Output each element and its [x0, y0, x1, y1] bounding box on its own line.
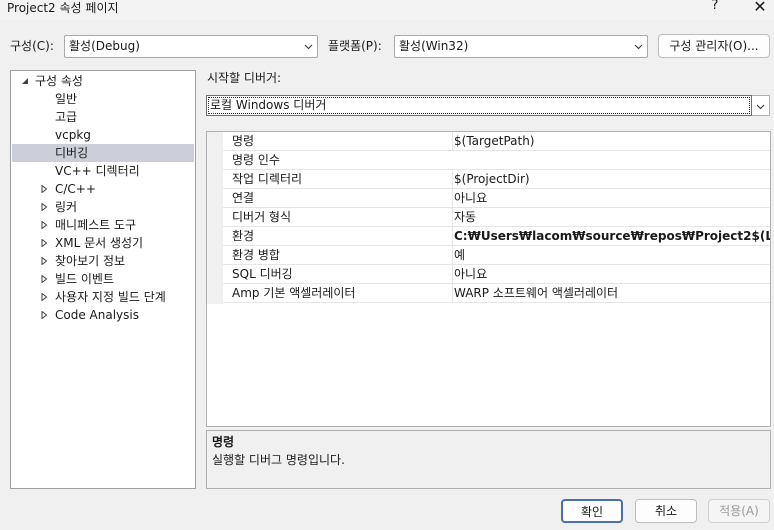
expanded-arrow-icon[interactable] [21, 77, 29, 85]
property-name: 명령 [232, 134, 255, 148]
tree-item[interactable]: 찾아보기 정보 [12, 252, 194, 270]
property-row[interactable]: 명령 $(TargetPath) [223, 132, 770, 151]
property-value[interactable]: $(TargetPath) [452, 132, 770, 150]
tree-item-label: 구성 속성 [35, 74, 83, 88]
platform-select[interactable]: 활성(Win32) [394, 35, 648, 58]
property-name: 명령 인수 [232, 153, 280, 167]
property-row[interactable]: SQL 디버깅 아니요 [223, 265, 770, 284]
property-name: Amp 기본 액셀러레이터 [232, 286, 356, 300]
title-bar: Project2 속성 페이지 ? ✕ [0, 0, 774, 20]
help-button[interactable]: ? [705, 0, 725, 16]
tree-item[interactable]: 매니페스트 도구 [12, 216, 194, 234]
config-label: 구성(C): [10, 39, 54, 53]
tree-item[interactable]: 일반 [12, 90, 194, 108]
property-name: SQL 디버깅 [232, 267, 293, 281]
description-text: 실행할 디버그 명령입니다. [212, 453, 345, 467]
tree-item[interactable]: vcpkg [12, 126, 194, 144]
property-row[interactable]: 환경 C:₩Users₩lacom₩source₩repos₩Project2$(… [223, 227, 770, 246]
collapsed-arrow-icon[interactable] [40, 221, 48, 229]
debugger-label: 시작할 디버거: [207, 71, 282, 85]
tree-item-label: 사용자 지정 빌드 단계 [55, 290, 166, 304]
tree-item[interactable]: 빌드 이벤트 [12, 270, 194, 288]
description-pane: 명령 실행할 디버그 명령입니다. [206, 430, 771, 489]
debugger-dropdown-button[interactable] [752, 95, 770, 116]
property-row[interactable]: Amp 기본 액셀러레이터 WARP 소프트웨어 액셀러레이터 [223, 284, 770, 303]
chevron-down-icon [634, 44, 643, 50]
close-button[interactable]: ✕ [750, 0, 770, 17]
tree-item[interactable]: 사용자 지정 빌드 단계 [12, 288, 194, 306]
property-value[interactable]: WARP 소프트웨어 액셀러레이터 [452, 284, 770, 302]
property-name: 환경 병합 [232, 248, 280, 262]
cancel-button[interactable]: 취소 [635, 499, 697, 523]
property-grid: 명령 $(TargetPath) 명령 인수작업 디렉터리 $(ProjectDir)… [206, 131, 771, 427]
chevron-down-icon [756, 104, 765, 110]
tree-item-label: 찾아보기 정보 [55, 254, 126, 268]
property-row[interactable]: 디버거 형식 자동 [223, 208, 770, 227]
collapsed-arrow-icon[interactable] [40, 275, 48, 283]
tree-item-label: Code Analysis [55, 308, 139, 322]
property-name: 디버거 형식 [232, 210, 292, 224]
tree-item-label: 일반 [55, 92, 78, 106]
config-select[interactable]: 활성(Debug) [64, 35, 318, 58]
property-row[interactable]: 연결 아니요 [223, 189, 770, 208]
tree-item-label: 빌드 이벤트 [55, 272, 115, 286]
collapsed-arrow-icon[interactable] [40, 293, 48, 301]
tree-item-label: 고급 [55, 110, 78, 124]
property-value[interactable]: 예 [452, 246, 770, 264]
property-value[interactable]: 자동 [452, 208, 770, 226]
tree-item-label: 디버깅 [55, 146, 89, 160]
property-row[interactable]: 명령 인수 [223, 151, 770, 170]
tree-item[interactable]: 링커 [12, 198, 194, 216]
tree-item-label: C/C++ [55, 182, 96, 196]
tree-item[interactable]: XML 문서 생성기 [12, 234, 194, 252]
tree-item[interactable]: Code Analysis [12, 306, 194, 324]
collapsed-arrow-icon[interactable] [40, 311, 48, 319]
property-name: 환경 [232, 229, 255, 243]
tree-item[interactable]: 디버깅 [12, 144, 194, 162]
chevron-down-icon [304, 44, 313, 50]
collapsed-arrow-icon[interactable] [40, 203, 48, 211]
tree-item-label: VC++ 디렉터리 [55, 164, 140, 178]
platform-select-value: 활성(Win32) [399, 39, 469, 53]
property-name: 작업 디렉터리 [232, 172, 303, 186]
tree-item[interactable]: VC++ 디렉터리 [12, 162, 194, 180]
collapsed-arrow-icon[interactable] [40, 257, 48, 265]
platform-label: 플랫폼(P): [328, 39, 382, 53]
property-row[interactable]: 작업 디렉터리 $(ProjectDir) [223, 170, 770, 189]
property-value[interactable]: $(ProjectDir) [452, 170, 770, 188]
tree-item[interactable]: 구성 속성 [12, 72, 194, 90]
tree-item[interactable]: C/C++ [12, 180, 194, 198]
property-tree: 구성 속성일반고급 vcpkg 디버깅 VC++ 디렉터리 C/C++ 링커매니페스트 도… [10, 70, 196, 489]
debugger-select-value: 로컬 Windows 디버거 [210, 98, 327, 112]
tree-item[interactable]: 고급 [12, 108, 194, 126]
property-row[interactable]: 환경 병합 예 [223, 246, 770, 265]
property-value[interactable]: 아니요 [452, 189, 770, 207]
configuration-manager-button[interactable]: 구성 관리자(O)... [658, 34, 770, 58]
window-title: Project2 속성 페이지 [7, 1, 119, 15]
grid-gutter [207, 132, 223, 304]
collapsed-arrow-icon[interactable] [40, 239, 48, 247]
tree-item-label: XML 문서 생성기 [55, 236, 144, 250]
property-name: 연결 [232, 191, 255, 205]
tree-item-label: vcpkg [55, 128, 91, 142]
property-value[interactable]: C:₩Users₩lacom₩source₩repos₩Project2$(Lo… [452, 227, 770, 245]
collapsed-arrow-icon[interactable] [40, 185, 48, 193]
property-value[interactable]: 아니요 [452, 265, 770, 283]
description-title: 명령 [212, 435, 235, 449]
apply-button[interactable]: 적용(A) [708, 499, 770, 523]
config-select-value: 활성(Debug) [69, 39, 140, 53]
tree-item-label: 링커 [55, 200, 78, 214]
tree-item-label: 매니페스트 도구 [55, 218, 137, 232]
debugger-select[interactable]: 로컬 Windows 디버거 [206, 95, 752, 116]
ok-button[interactable]: 확인 [561, 499, 623, 523]
